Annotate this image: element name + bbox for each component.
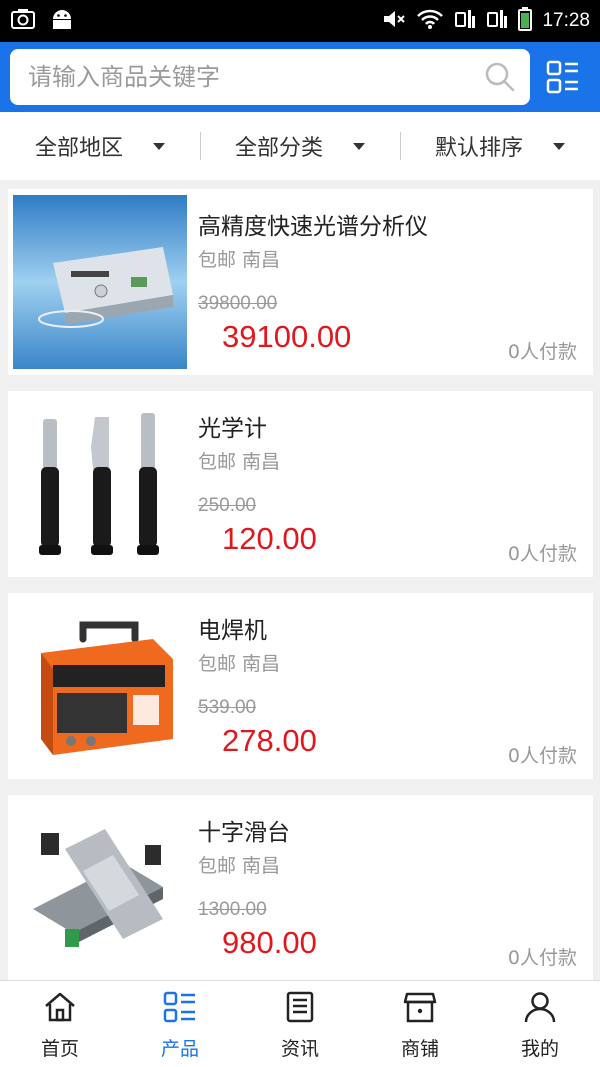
product-title[interactable]: 高精度快速光谱分析仪 [198, 207, 428, 241]
tab-products-label: 产品 [160, 1038, 199, 1060]
tab-news-label: 资讯 [280, 1038, 319, 1060]
camera-icon [10, 8, 36, 34]
tab-home-label: 首页 [40, 1038, 79, 1060]
product-paid-count: 0人付款 [507, 947, 577, 969]
product-original-price: 1300.00 [198, 899, 267, 920]
product-image-cross-slide-table[interactable] [13, 801, 187, 975]
filter-region-label: 全部地区 [34, 136, 123, 161]
product-image-welding-machine[interactable] [13, 599, 187, 773]
category-menu-icon[interactable] [546, 60, 580, 98]
product-price: 120.00 [222, 521, 317, 556]
home-icon [43, 991, 77, 1034]
clock: 17:28 [542, 10, 590, 31]
search-icon[interactable] [484, 61, 516, 97]
caret-down-icon [153, 142, 165, 150]
product-title[interactable]: 电焊机 [198, 611, 267, 645]
tab-store-label: 商铺 [400, 1038, 439, 1060]
tab-profile-label: 我的 [520, 1038, 559, 1060]
product-paid-count: 0人付款 [507, 543, 577, 565]
product-price: 980.00 [222, 925, 317, 960]
product-location: 包邮 南昌 [198, 451, 281, 473]
sim2-signal-icon [486, 8, 508, 35]
search-input[interactable] [28, 63, 468, 91]
bottom-tab-bar: 首页 产品 资讯 商铺 我的 [0, 980, 600, 1067]
product-image-spectrum-analyzer[interactable] [13, 195, 187, 369]
product-title[interactable]: 光学计 [198, 409, 267, 443]
user-icon [523, 991, 557, 1034]
mute-icon [382, 8, 406, 35]
product-original-price: 539.00 [198, 697, 257, 718]
product-title[interactable]: 十字滑台 [198, 813, 290, 847]
tab-home[interactable]: 首页 [0, 981, 120, 1067]
filter-category-label: 全部分类 [234, 136, 323, 161]
search-header [0, 42, 600, 112]
product-location: 包邮 南昌 [198, 855, 281, 877]
product-original-price: 39800.00 [198, 293, 278, 314]
product-card[interactable]: 高精度快速光谱分析仪 包邮 南昌 39800.00 39100.00 0人付款 [8, 189, 593, 375]
product-card[interactable]: 电焊机 包邮 南昌 539.00 278.00 0人付款 [8, 593, 593, 779]
filter-bar: 全部地区 全部分类 默认排序 [0, 112, 600, 180]
tab-profile[interactable]: 我的 [480, 981, 600, 1067]
product-location: 包邮 南昌 [198, 653, 281, 675]
product-price: 278.00 [222, 723, 317, 758]
wifi-icon [416, 8, 444, 35]
android-icon [50, 8, 74, 34]
store-icon [403, 991, 437, 1034]
search-box[interactable] [10, 49, 530, 105]
caret-down-icon [553, 142, 565, 150]
product-card[interactable]: 十字滑台 包邮 南昌 1300.00 980.00 0人付款 [8, 795, 593, 981]
news-icon [283, 991, 317, 1034]
tab-store[interactable]: 商铺 [360, 981, 480, 1067]
battery-icon [518, 6, 533, 36]
status-bar: 17:28 [0, 0, 600, 42]
filter-sort-label: 默认排序 [434, 136, 523, 161]
product-card[interactable]: 光学计 包邮 南昌 250.00 120.00 0人付款 [8, 391, 593, 577]
filter-region[interactable]: 全部地区 [0, 112, 200, 180]
caret-down-icon [353, 142, 365, 150]
product-paid-count: 0人付款 [507, 745, 577, 767]
product-paid-count: 0人付款 [507, 341, 577, 363]
tab-news[interactable]: 资讯 [240, 981, 360, 1067]
filter-category[interactable]: 全部分类 [200, 112, 400, 180]
product-list: 高精度快速光谱分析仪 包邮 南昌 39800.00 39100.00 0人付款 [8, 189, 593, 997]
tab-products[interactable]: 产品 [120, 981, 240, 1067]
grid-list-icon [163, 991, 197, 1034]
filter-sort[interactable]: 默认排序 [400, 112, 600, 180]
sim1-signal-icon [454, 8, 476, 35]
product-original-price: 250.00 [198, 495, 257, 516]
product-image-refractometers[interactable] [13, 397, 187, 571]
product-location: 包邮 南昌 [198, 249, 281, 271]
product-price: 39100.00 [222, 319, 352, 354]
